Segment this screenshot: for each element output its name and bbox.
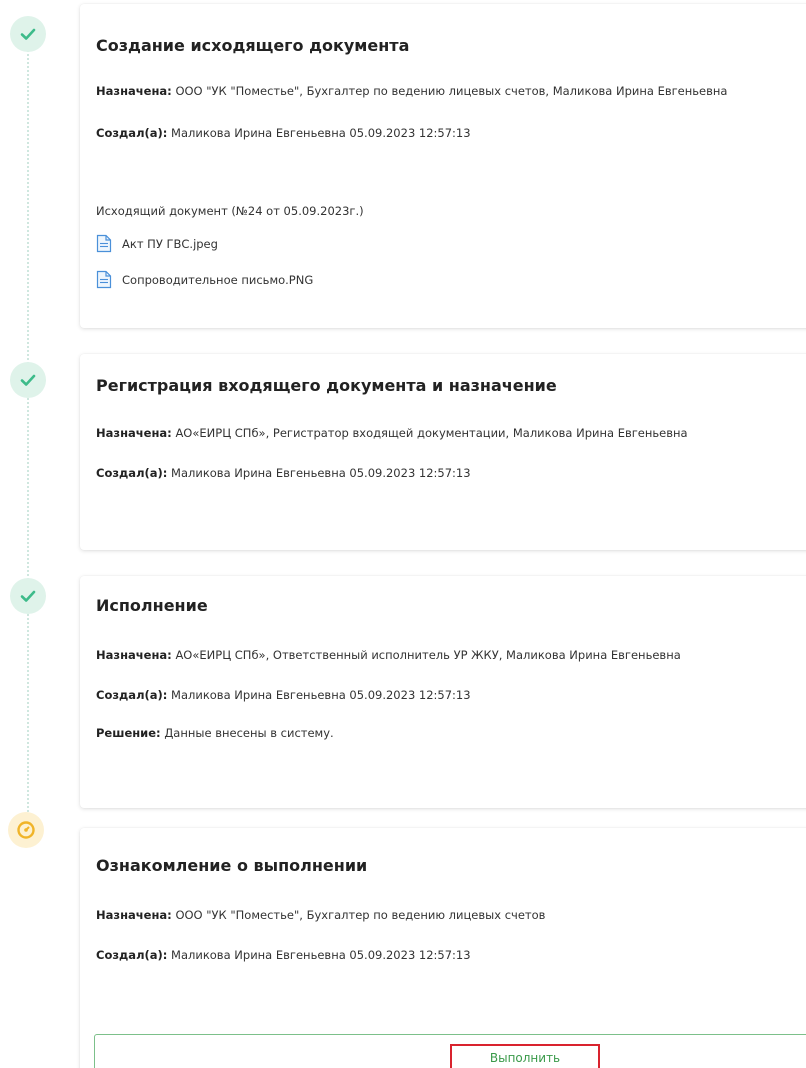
document-icon [96, 270, 112, 289]
step-card-acknowledgement: Ознакомление о выполнении Назначена: ООО… [80, 828, 806, 1068]
execute-button[interactable]: Выполнить [450, 1044, 600, 1068]
step-title: Создание исходящего документа [96, 36, 410, 55]
file-link-cover-letter[interactable]: Сопроводительное письмо.PNG [96, 270, 313, 289]
step-done-check-icon [10, 362, 46, 398]
created-label: Создал(а): [96, 126, 168, 140]
step-done-check-icon [10, 16, 46, 52]
created-value: Маликова Ирина Евгеньевна 05.09.2023 12:… [171, 466, 471, 480]
created-value: Маликова Ирина Евгеньевна 05.09.2023 12:… [171, 688, 471, 702]
step-card-incoming-registration: Регистрация входящего документа и назнач… [80, 354, 806, 550]
created-line: Создал(а): Маликова Ирина Евгеньевна 05.… [96, 948, 471, 962]
created-value: Маликова Ирина Евгеньевна 05.09.2023 12:… [171, 126, 471, 140]
assigned-value: ООО "УК "Поместье", Бухгалтер по ведению… [175, 908, 546, 922]
assigned-line: Назначена: ООО "УК "Поместье", Бухгалтер… [96, 84, 727, 98]
step-title: Исполнение [96, 596, 208, 615]
outgoing-document-info: Исходящий документ (№24 от 05.09.2023г.) [96, 204, 364, 218]
assigned-line: Назначена: ООО "УК "Поместье", Бухгалтер… [96, 908, 545, 922]
action-panel: Выполнить [94, 1034, 806, 1068]
created-label: Создал(а): [96, 466, 168, 480]
assigned-value: АО«ЕИРЦ СПб», Регистратор входящей докум… [175, 426, 688, 440]
assigned-line: Назначена: АО«ЕИРЦ СПб», Регистратор вхо… [96, 426, 688, 440]
decision-label: Решение: [96, 726, 161, 740]
step-card-outgoing-document: Создание исходящего документа Назначена:… [80, 4, 806, 328]
assigned-label: Назначена: [96, 84, 172, 98]
created-line: Создал(а): Маликова Ирина Евгеньевна 05.… [96, 126, 471, 140]
task-history-timeline: Создание исходящего документа Назначена:… [0, 0, 806, 1068]
created-label: Создал(а): [96, 688, 168, 702]
assigned-label: Назначена: [96, 908, 172, 922]
created-value: Маликова Ирина Евгеньевна 05.09.2023 12:… [171, 948, 471, 962]
created-line: Создал(а): Маликова Ирина Евгеньевна 05.… [96, 688, 471, 702]
assigned-line: Назначена: АО«ЕИРЦ СПб», Ответственный и… [96, 648, 681, 662]
document-icon [96, 234, 112, 253]
step-title: Ознакомление о выполнении [96, 856, 368, 875]
timeline-connector [27, 50, 29, 840]
assigned-value: ООО "УК "Поместье", Бухгалтер по ведению… [175, 84, 728, 98]
assigned-label: Назначена: [96, 426, 172, 440]
step-done-check-icon [10, 578, 46, 614]
file-link-act[interactable]: Акт ПУ ГВС.jpeg [96, 234, 218, 253]
step-card-execution: Исполнение Назначена: АО«ЕИРЦ СПб», Отве… [80, 576, 806, 808]
decision-line: Решение: Данные внесены в систему. [96, 726, 334, 740]
created-label: Создал(а): [96, 948, 168, 962]
assigned-value: АО«ЕИРЦ СПб», Ответственный исполнитель … [175, 648, 681, 662]
file-name[interactable]: Сопроводительное письмо.PNG [122, 273, 313, 287]
file-name[interactable]: Акт ПУ ГВС.jpeg [122, 237, 218, 251]
step-pending-icon [8, 812, 44, 848]
assigned-label: Назначена: [96, 648, 172, 662]
created-line: Создал(а): Маликова Ирина Евгеньевна 05.… [96, 466, 471, 480]
decision-value: Данные внесены в систему. [164, 726, 334, 740]
step-title: Регистрация входящего документа и назнач… [96, 376, 557, 395]
